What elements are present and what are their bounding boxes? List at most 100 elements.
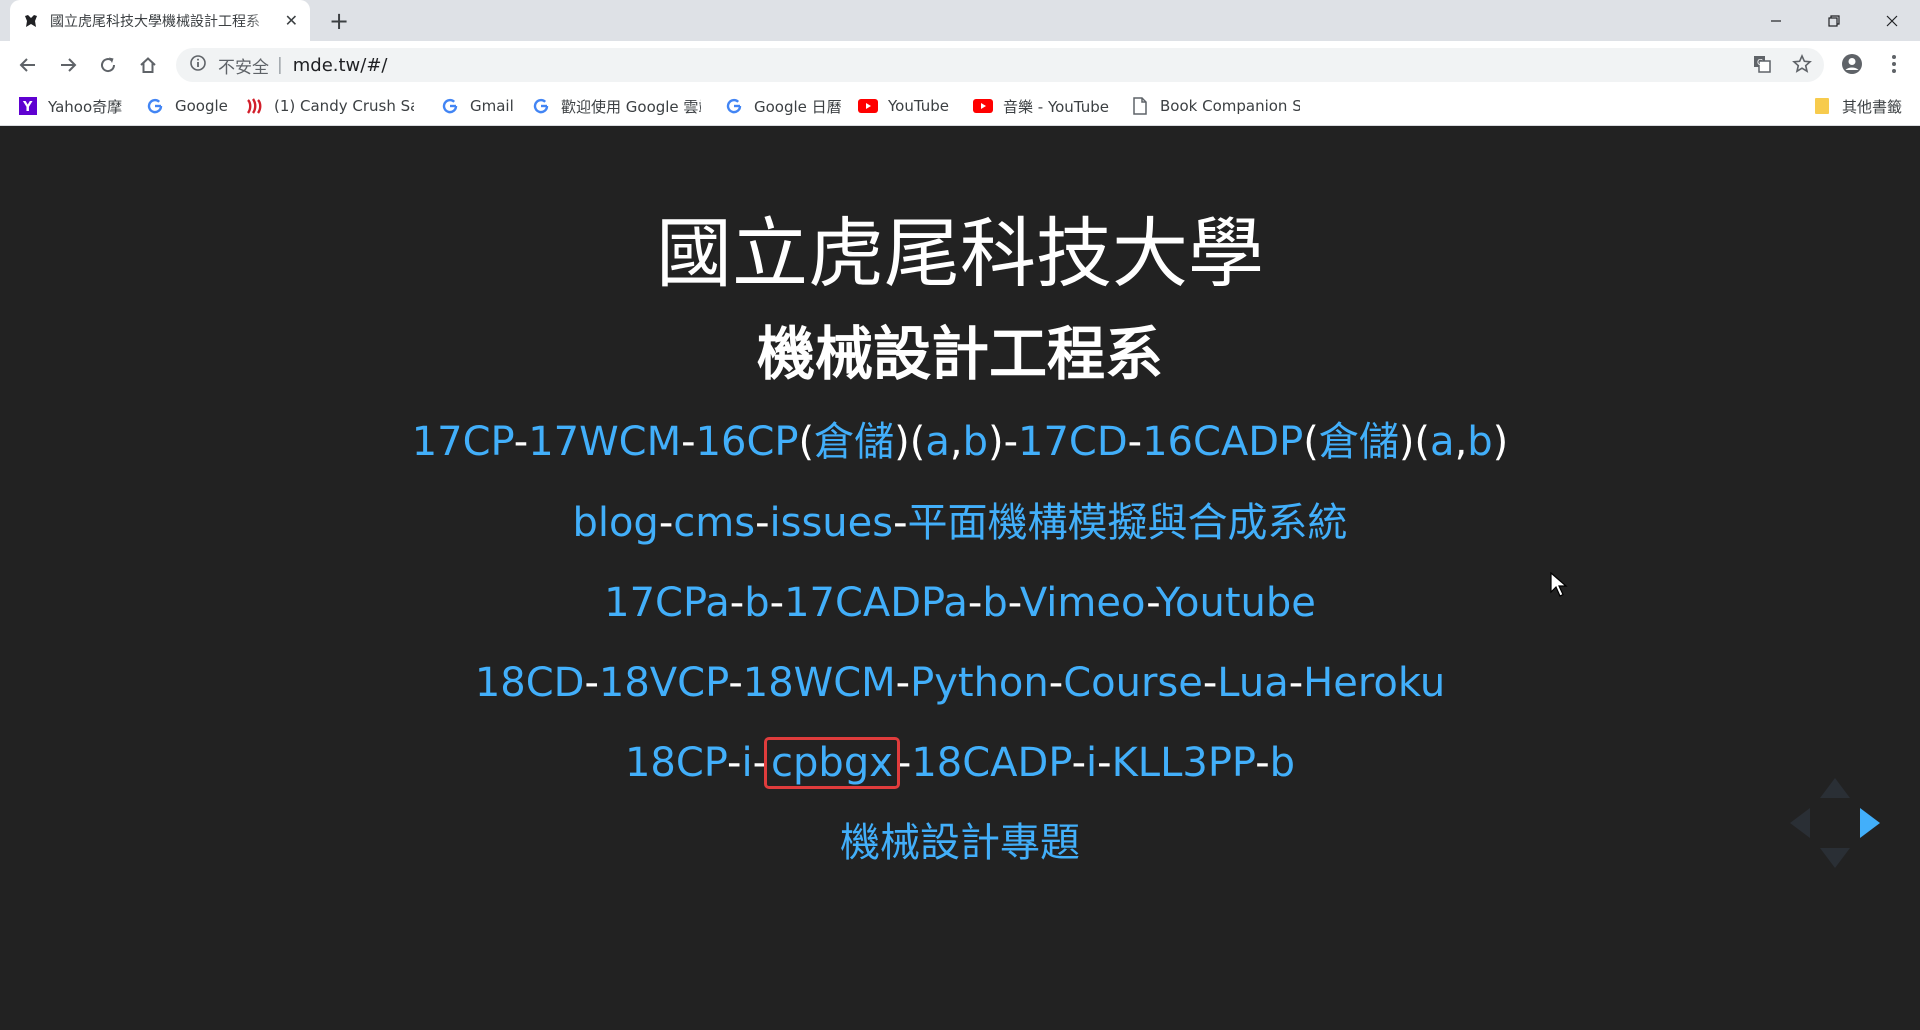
bookmark-google-calendar[interactable]: Google 日曆 xyxy=(724,87,854,125)
forward-arrow-icon xyxy=(61,58,77,72)
link-python[interactable]: Python xyxy=(910,660,1049,706)
bookmark-google[interactable]: Google xyxy=(145,87,235,125)
profile-avatar-icon[interactable] xyxy=(1838,50,1866,78)
reload-icon xyxy=(101,57,116,73)
slide-content: 國立虎尾科技大學 機械設計工程系 17CP-17WCM-16CP(倉儲)(a,b… xyxy=(0,126,1920,1030)
link-16cp[interactable]: 16CP xyxy=(696,419,799,465)
nav-right-icon xyxy=(1860,808,1880,838)
link-18cd[interactable]: 18CD xyxy=(475,660,585,706)
link-line-1: 17CP-17WCM-16CP(倉儲)(a,b)-17CD-16CADP(倉儲)… xyxy=(411,419,1509,465)
link-issues[interactable]: issues xyxy=(770,500,894,546)
translate-icon[interactable]: G xyxy=(1748,50,1776,78)
home-button[interactable] xyxy=(134,51,162,79)
link-design-project[interactable]: 機械設計專題 xyxy=(840,820,1080,866)
youtube-icon xyxy=(973,96,993,116)
back-button[interactable] xyxy=(14,51,42,79)
url-text[interactable]: mde.tw/#/ xyxy=(293,55,388,76)
google-icon xyxy=(531,96,551,116)
address-bar[interactable]: 不安全 | mde.tw/#/ xyxy=(176,48,1824,82)
bookmark-google-drive[interactable]: 歡迎使用 Google 雲端 xyxy=(531,87,703,125)
youtube-icon xyxy=(858,96,878,116)
active-tab[interactable]: 國立虎尾科技大學機械設計工程系 ✕ xyxy=(10,0,310,41)
link-cms[interactable]: cms xyxy=(673,500,755,546)
link-youtube[interactable]: Youtube xyxy=(1156,580,1316,626)
page-subtitle: 機械設計工程系 xyxy=(756,320,1163,388)
link-heroku[interactable]: Heroku xyxy=(1303,660,1445,706)
link-18vcp[interactable]: 18VCP xyxy=(599,660,728,706)
link-16cadp-repo[interactable]: 倉儲 xyxy=(1319,419,1399,465)
link-18wcm[interactable]: 18WCM xyxy=(743,660,896,706)
bookmark-candy-crush[interactable]: (1) Candy Crush Sag xyxy=(244,87,416,125)
svg-text:G: G xyxy=(1757,58,1763,67)
restore-button[interactable] xyxy=(1805,0,1863,41)
tab-strip: 國立虎尾科技大學機械設計工程系 ✕ + xyxy=(0,0,1920,41)
page-title: 國立虎尾科技大學 xyxy=(656,209,1264,298)
link-kll3pp[interactable]: KLL3PP xyxy=(1112,740,1256,786)
link-course[interactable]: Course xyxy=(1063,660,1203,706)
other-bookmarks-folder[interactable]: 其他書籤 xyxy=(1812,87,1916,125)
link-17cpa[interactable]: 17CPa xyxy=(604,580,730,626)
google-icon xyxy=(145,96,165,116)
mouse-cursor-icon xyxy=(1550,571,1568,602)
tab-title: 國立虎尾科技大學機械設計工程系 xyxy=(50,13,260,30)
link-16cp-repo[interactable]: 倉儲 xyxy=(814,419,894,465)
link-17cp[interactable]: 17CP xyxy=(412,419,514,465)
reload-button[interactable] xyxy=(94,51,122,79)
link-18cp-i[interactable]: i xyxy=(741,740,752,786)
forward-button[interactable] xyxy=(54,51,82,79)
link-blog[interactable]: blog xyxy=(572,500,658,546)
close-window-button[interactable] xyxy=(1863,0,1920,41)
link-line-6: 機械設計專題 xyxy=(0,818,1920,868)
link-18cadp[interactable]: 18CADP xyxy=(911,740,1071,786)
candy-crush-icon xyxy=(244,96,264,116)
link-18cadp-i[interactable]: i xyxy=(1086,740,1097,786)
link-18cp[interactable]: 18CP xyxy=(625,740,727,786)
nav-down-icon xyxy=(1820,848,1850,868)
info-icon[interactable] xyxy=(190,55,206,75)
folder-icon xyxy=(1812,96,1832,116)
url-divider: | xyxy=(277,55,283,75)
link-lua[interactable]: Lua xyxy=(1217,660,1288,706)
link-17cadpa[interactable]: 17CADPa xyxy=(784,580,968,626)
link-16cadp-a[interactable]: a xyxy=(1430,419,1455,465)
link-17cd[interactable]: 17CD xyxy=(1018,419,1128,465)
link-line-4: 18CD-18VCP-18WCM-Python-Course-Lua-Herok… xyxy=(474,660,1446,706)
yahoo-icon: Y xyxy=(18,96,38,116)
slide-navigation xyxy=(1780,768,1890,878)
back-arrow-icon xyxy=(19,58,35,72)
bookmark-youtube[interactable]: YouTube xyxy=(858,87,968,125)
link-vimeo[interactable]: Vimeo xyxy=(1020,580,1146,626)
menu-kebab-icon[interactable] xyxy=(1880,50,1908,78)
link-17cadpb[interactable]: b xyxy=(982,580,1007,626)
bookmarks-bar: Y Yahoo奇摩 Google (1) Candy Crush Sag Gma… xyxy=(0,87,1920,126)
svg-text:Y: Y xyxy=(22,100,33,115)
google-icon xyxy=(440,96,460,116)
link-line-3: 17CPa-b-17CADPa-b-Vimeo-Youtube xyxy=(604,580,1316,626)
link-16cp-b[interactable]: b xyxy=(963,419,988,465)
browser-toolbar: 不安全 | mde.tw/#/ G xyxy=(0,41,1920,87)
tab-close-icon[interactable]: ✕ xyxy=(285,12,298,29)
bookmark-star-icon[interactable] xyxy=(1788,50,1816,78)
link-17wcm[interactable]: 17WCM xyxy=(528,419,681,465)
link-mechanism-simulation[interactable]: 平面機構模擬與合成系統 xyxy=(908,500,1348,546)
link-16cp-a[interactable]: a xyxy=(925,419,950,465)
site-favicon-icon xyxy=(22,12,40,30)
security-label: 不安全 xyxy=(218,57,269,78)
new-tab-button[interactable]: + xyxy=(326,8,352,34)
nav-up-icon xyxy=(1820,778,1850,798)
link-16cadp[interactable]: 16CADP xyxy=(1142,419,1303,465)
bookmark-gmail[interactable]: Gmail xyxy=(440,87,530,125)
bookmark-yahoo[interactable]: Y Yahoo奇摩 xyxy=(18,87,128,125)
bookmark-youtube-music[interactable]: 音樂 - YouTube xyxy=(973,87,1123,125)
link-kll3pp-b[interactable]: b xyxy=(1270,740,1295,786)
nav-left-icon xyxy=(1790,808,1810,838)
bookmark-book-companion[interactable]: Book Companion Si xyxy=(1130,87,1302,125)
home-icon xyxy=(140,57,156,73)
link-16cadp-b[interactable]: b xyxy=(1467,419,1492,465)
link-line-5: 18CP-i-cpbgx -18CADP-i-KLL3PP-b xyxy=(624,737,1296,789)
page-icon xyxy=(1130,96,1150,116)
link-17cpb[interactable]: b xyxy=(744,580,769,626)
minimize-button[interactable] xyxy=(1747,0,1805,41)
google-icon xyxy=(724,96,744,116)
link-cpbgx-highlighted[interactable]: cpbgx xyxy=(764,737,900,789)
